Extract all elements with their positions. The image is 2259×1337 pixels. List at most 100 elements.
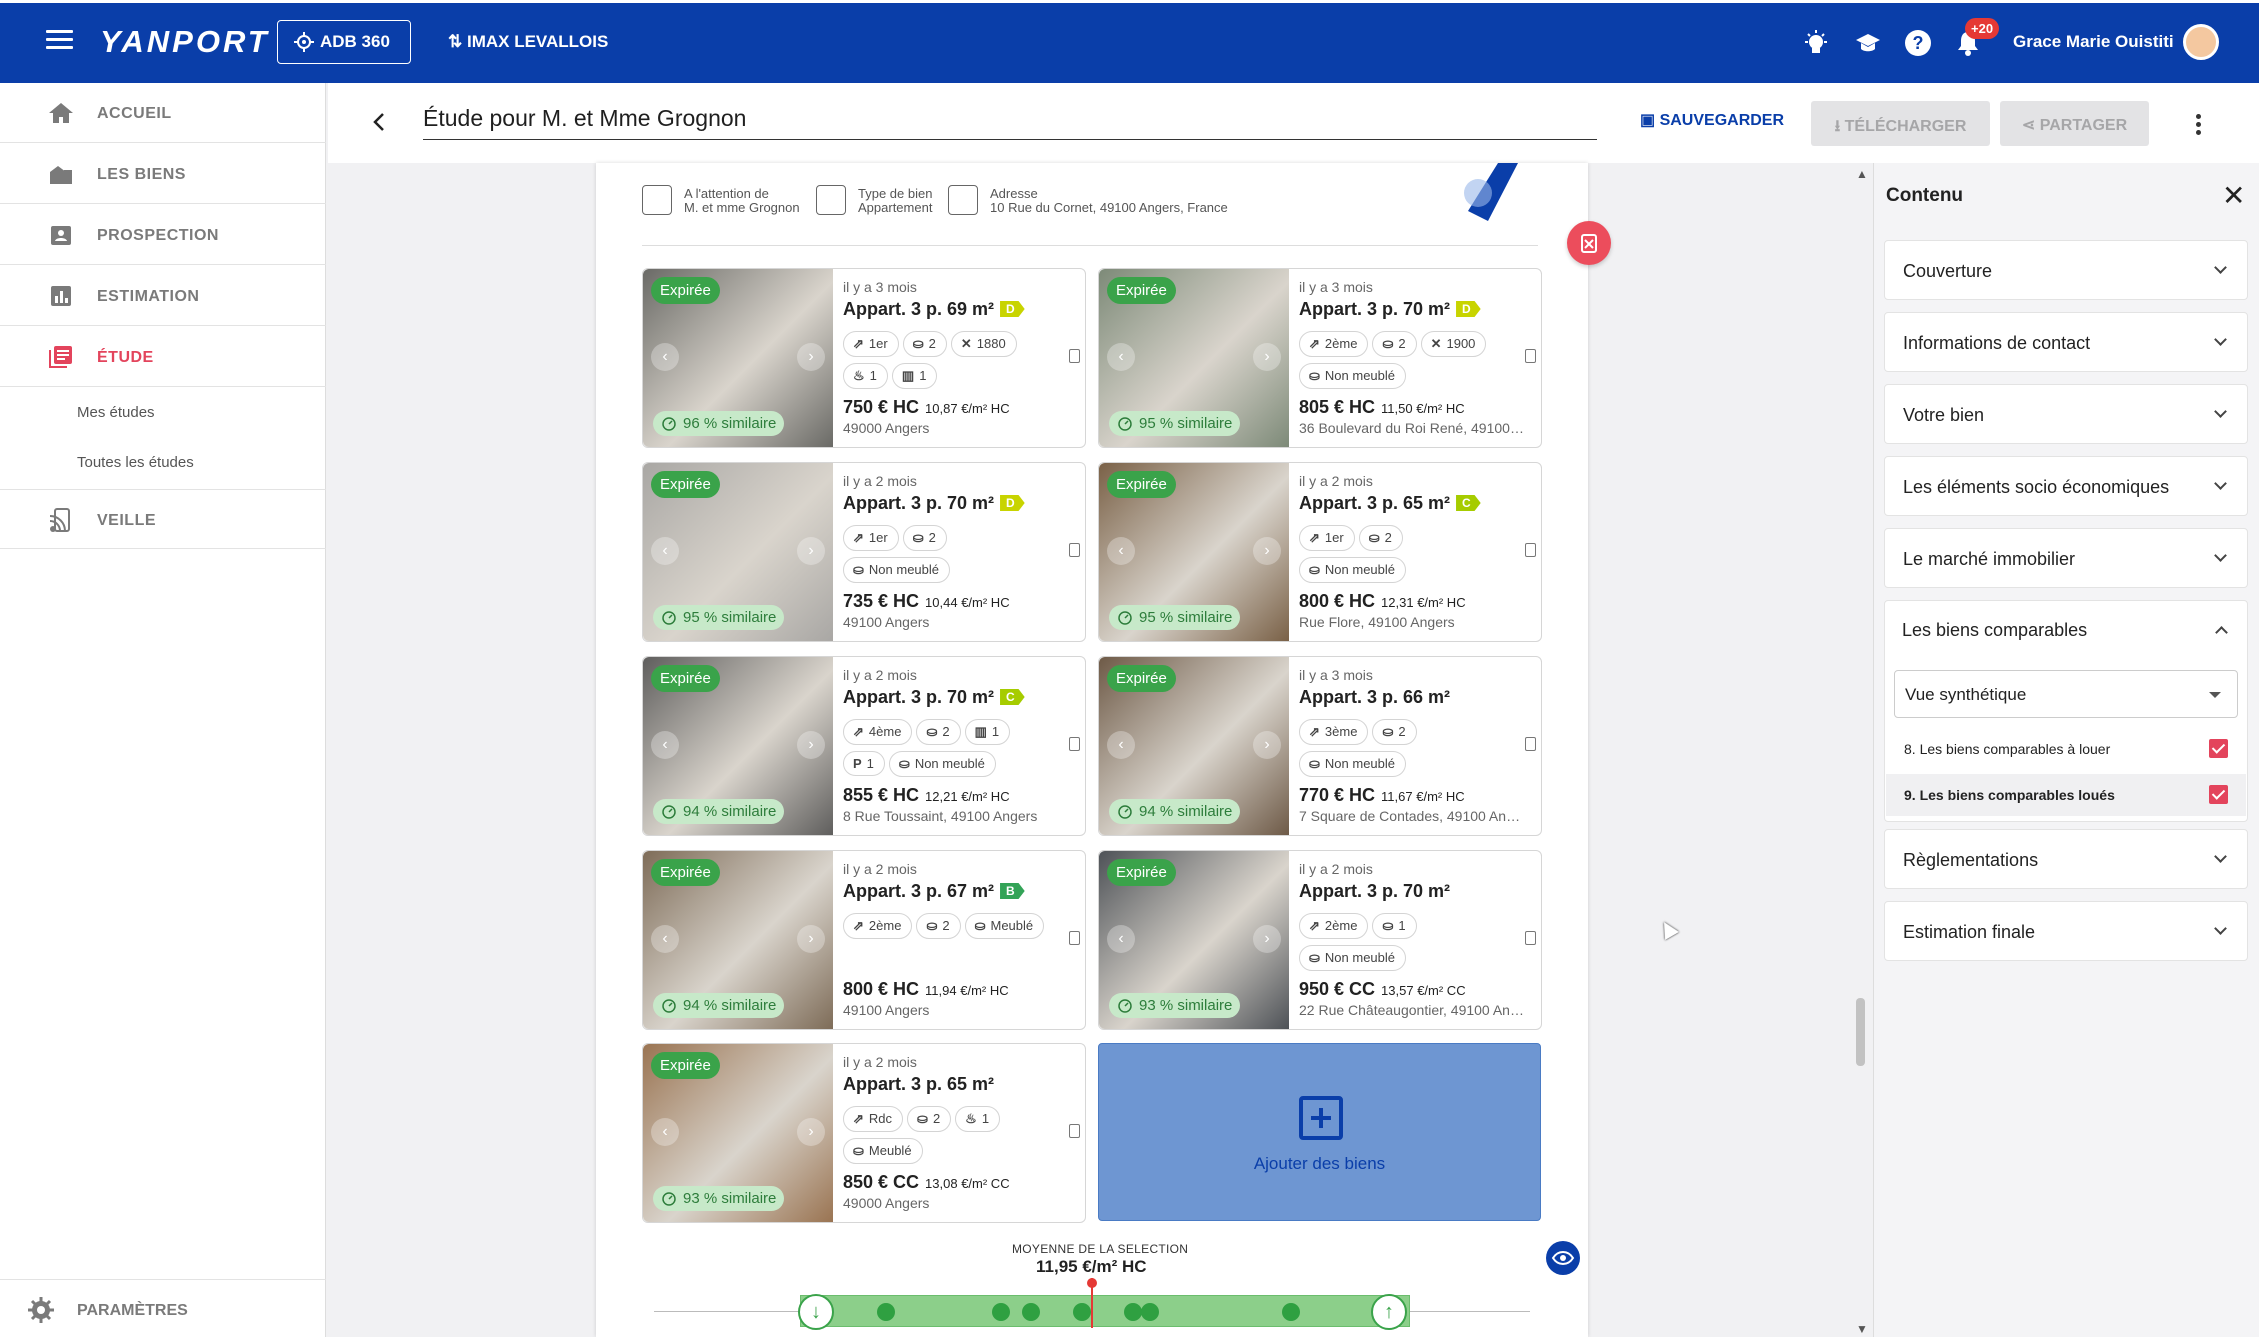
sidebar-item-prospection[interactable]: PROSPECTION [0, 205, 326, 265]
section-reglementations[interactable]: Règlementations [1884, 829, 2248, 889]
scroll-up-arrow[interactable]: ▲ [1856, 167, 1868, 181]
comparable-card[interactable]: Expirée ‹ › 94 % similaire il y a 3 mois Appa… [1098, 656, 1542, 836]
section-socio-eco[interactable]: Les éléments socio économiques [1884, 456, 2248, 516]
range-min-handle[interactable]: ↓ [798, 1294, 834, 1330]
document-icon[interactable] [1525, 349, 1536, 363]
price-dot[interactable] [992, 1303, 1010, 1321]
school-icon[interactable] [1854, 29, 1882, 57]
scrollbar-thumb[interactable] [1856, 998, 1865, 1066]
sidebar-item-etude[interactable]: ÉTUDE [0, 327, 326, 387]
scroll-down-arrow[interactable]: ▼ [1856, 1322, 1868, 1336]
property-photo[interactable]: Expirée ‹ › 95 % similaire [643, 463, 833, 641]
comparable-card[interactable]: Expirée ‹ › 95 % similaire il y a 2 mois Appa… [1098, 462, 1542, 642]
chevron-left-icon[interactable]: ‹ [651, 731, 679, 759]
visibility-toggle[interactable] [1546, 1241, 1580, 1275]
chevron-right-icon[interactable]: › [1253, 731, 1281, 759]
brand-logo[interactable]: YANPORT [100, 24, 270, 60]
document-icon[interactable] [1069, 737, 1080, 751]
document-icon[interactable] [1069, 349, 1080, 363]
chevron-right-icon[interactable]: › [1253, 925, 1281, 953]
property-photo[interactable]: Expirée ‹ › 95 % similaire [1099, 269, 1289, 447]
document-icon[interactable] [1525, 931, 1536, 945]
sidebar-item-veille[interactable]: VEILLE [0, 489, 326, 549]
chevron-right-icon[interactable]: › [1253, 537, 1281, 565]
download-button[interactable]: ⭳ TÉLÉCHARGER [1811, 101, 1990, 146]
close-icon[interactable]: ✕ [2222, 182, 2245, 210]
chevron-right-icon[interactable]: › [797, 731, 825, 759]
comparable-card[interactable]: Expirée ‹ › 93 % similaire il y a 2 mois Appa… [1098, 850, 1542, 1030]
chevron-left-icon[interactable]: ‹ [1107, 537, 1135, 565]
sidebar-item-estimation[interactable]: ESTIMATION [0, 266, 326, 326]
delete-section-button[interactable] [1567, 221, 1611, 265]
price-dot[interactable] [1124, 1303, 1142, 1321]
sidebar-item-accueil[interactable]: ACCUEIL [0, 83, 326, 143]
chevron-right-icon[interactable]: › [797, 925, 825, 953]
property-photo[interactable]: Expirée ‹ › 93 % similaire [643, 1044, 833, 1222]
view-select[interactable]: Vue synthétique [1894, 670, 2238, 718]
comparable-card[interactable]: Expirée ‹ › 95 % similaire il y a 2 mois Appa… [642, 462, 1086, 642]
study-title-input[interactable]: Étude pour M. et Mme Grognon [423, 103, 1597, 140]
section-contact[interactable]: Informations de contact [1884, 312, 2248, 372]
feature-value: 1er [868, 530, 888, 545]
range-max-handle[interactable]: ↑ [1371, 1294, 1407, 1330]
section-marche[interactable]: Le marché immobilier [1884, 528, 2248, 588]
share-button[interactable]: ⋖ PARTAGER [2000, 101, 2149, 146]
chevron-left-icon[interactable]: ‹ [1107, 731, 1135, 759]
more-options-icon[interactable] [2196, 114, 2202, 138]
price-dot[interactable] [1141, 1303, 1159, 1321]
property-photo[interactable]: Expirée ‹ › 94 % similaire [643, 851, 833, 1029]
price-dot[interactable] [1022, 1303, 1040, 1321]
avatar[interactable] [2183, 24, 2219, 60]
chevron-left-icon[interactable]: ‹ [1107, 925, 1135, 953]
document-icon[interactable] [1069, 543, 1080, 557]
chevron-left-icon[interactable]: ‹ [1107, 343, 1135, 371]
add-properties-button[interactable]: Ajouter des biens [1098, 1043, 1541, 1221]
property-photo[interactable]: Expirée ‹ › 94 % similaire [1099, 657, 1289, 835]
chevron-right-icon[interactable]: › [797, 537, 825, 565]
sidebar-subitem-mes-etudes[interactable]: Mes études [77, 404, 155, 421]
adb-360-button[interactable]: ADB 360 [277, 20, 411, 64]
save-button[interactable]: ▣ SAUVEGARDER [1640, 110, 1784, 130]
sidebar-subitem-toutes-etudes[interactable]: Toutes les études [77, 454, 194, 471]
section-votre-bien[interactable]: Votre bien [1884, 384, 2248, 444]
comparable-card[interactable]: Expirée ‹ › 95 % similaire il y a 3 mois Appa… [1098, 268, 1542, 448]
section-estimation-finale[interactable]: Estimation finale [1884, 901, 2248, 961]
property-photo[interactable]: Expirée ‹ › 93 % similaire [1099, 851, 1289, 1029]
chevron-right-icon[interactable]: › [797, 1118, 825, 1146]
chevron-left-icon[interactable]: ‹ [651, 1118, 679, 1146]
property-photo[interactable]: Expirée ‹ › 95 % similaire [1099, 463, 1289, 641]
chevron-right-icon[interactable]: › [797, 343, 825, 371]
comparable-card[interactable]: Expirée ‹ › 94 % similaire il y a 2 mois Appa… [642, 656, 1086, 836]
sidebar-item-settings[interactable]: PARAMÈTRES [0, 1279, 326, 1337]
sidebar-item-biens[interactable]: LES BIENS [0, 144, 326, 204]
document-icon[interactable] [1525, 737, 1536, 751]
section-couverture[interactable]: Couverture [1884, 240, 2248, 300]
property-photo[interactable]: Expirée ‹ › 96 % similaire [643, 269, 833, 447]
price-dot[interactable] [1073, 1303, 1091, 1321]
document-icon[interactable] [1069, 1124, 1080, 1138]
chevron-left-icon[interactable]: ‹ [651, 925, 679, 953]
property-photo[interactable]: Expirée ‹ › 94 % similaire [643, 657, 833, 835]
price-per-m2: 13,08 €/m² CC [925, 1176, 1010, 1191]
chevron-left-icon[interactable]: ‹ [651, 343, 679, 371]
section-comparables-header[interactable]: Les biens comparables [1884, 600, 2248, 660]
price-dot[interactable] [877, 1303, 895, 1321]
price-dot[interactable] [1282, 1303, 1300, 1321]
lightbulb-icon[interactable] [1802, 29, 1830, 57]
help-icon[interactable]: ? [1904, 29, 1932, 57]
chevron-left-icon[interactable]: ‹ [651, 537, 679, 565]
menu-icon[interactable] [46, 30, 73, 50]
comparable-card[interactable]: Expirée ‹ › 94 % similaire il y a 2 mois Appa… [642, 850, 1086, 1030]
document-icon[interactable] [1525, 543, 1536, 557]
agency-switcher[interactable]: ⇅ IMAX LEVALLOIS [448, 32, 608, 52]
user-name[interactable]: Grace Marie Ouistiti [2013, 32, 2174, 52]
comparable-card[interactable]: Expirée ‹ › 96 % similaire il y a 3 mois Appa… [642, 268, 1086, 448]
document-icon[interactable] [1069, 931, 1080, 945]
check-row-loues[interactable]: 9. Les biens comparables loués [1886, 774, 2246, 816]
back-arrow-icon[interactable] [372, 112, 386, 132]
checkbox-checked-icon[interactable] [2209, 739, 2228, 758]
check-row-louer[interactable]: 8. Les biens comparables à louer [1886, 728, 2246, 770]
checkbox-checked-icon[interactable] [2209, 785, 2228, 804]
comparable-card[interactable]: Expirée ‹ › 93 % similaire il y a 2 mois Appa… [642, 1043, 1086, 1223]
chevron-right-icon[interactable]: › [1253, 343, 1281, 371]
